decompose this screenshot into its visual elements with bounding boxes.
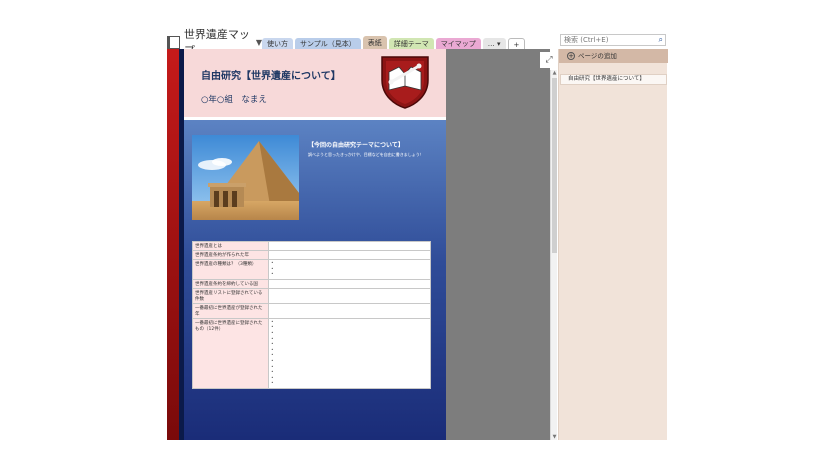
table-value-cell[interactable] xyxy=(268,278,431,289)
table-label-cell: 一番最初に世界遺産が登録された年 xyxy=(192,302,269,319)
table-value-cell[interactable]: • • • • • • • • • • • • xyxy=(268,317,431,389)
search-input[interactable]: 検索 (Ctrl+E) ⌕ xyxy=(560,34,666,46)
page-title[interactable]: 自由研究【世界遺産について】 xyxy=(201,67,341,82)
table-row: 世界遺産条約を締約している国 xyxy=(192,278,431,289)
page-list-item[interactable]: 自由研究【世界遺産について】 xyxy=(560,74,667,85)
table-value-cell[interactable] xyxy=(268,302,431,319)
section-tab[interactable]: 表紙 xyxy=(362,36,387,50)
onenote-window: 世界遺産マップ ▼ 使い方サンプル（見本）表紙詳細テーママイマップ… ▾+ 検索… xyxy=(0,0,834,470)
add-page-label: ページの追加 xyxy=(578,52,617,60)
table-row: 一番最初に世界遺産が登録された年 xyxy=(192,302,431,319)
bullet-list: • • • • • • • • • • • • xyxy=(271,319,274,387)
scroll-down-icon[interactable]: ▼ xyxy=(551,434,558,440)
table-label-cell: 世界遺産とは xyxy=(192,241,269,251)
research-table: 世界遺産とは 世界遺産条約が作られた年 世界遺産の種類は？（3種類） • • • 世界遺産条… xyxy=(192,241,431,389)
page-left-red-strip xyxy=(167,49,179,440)
theme-heading[interactable]: 【今回の自由研究テーマについて】 xyxy=(308,140,404,149)
crest-emblem-icon xyxy=(381,56,429,109)
header-separator xyxy=(184,117,446,120)
table-value-cell[interactable] xyxy=(268,241,431,251)
add-page-button[interactable]: + ページの追加 xyxy=(559,49,668,63)
page-canvas[interactable]: 自由研究【世界遺産について】 ○年○組 なまえ 【今回の自由研究テーマについて】… xyxy=(184,49,446,440)
scrollbar-thumb[interactable] xyxy=(552,78,557,253)
table-row: 世界遺産とは xyxy=(192,241,431,251)
table-label-cell: 世界遺産リストに登録されている件数 xyxy=(192,287,269,304)
theme-description[interactable]: 調べようと思ったきっかけや、目標などを自由に書きましょう！ xyxy=(308,152,424,158)
bullet-list: • • • xyxy=(271,261,274,278)
table-label-cell: 世界遺産の種類は？（3種類） xyxy=(192,259,269,280)
search-icon[interactable]: ⌕ xyxy=(659,35,663,45)
table-label-cell: 世界遺産条約が作られた年 xyxy=(192,250,269,260)
table-row: 一番最初に世界遺産に登録されたもの（12件） • • • • • • • • • • • • xyxy=(192,317,431,389)
canvas-gray-margin xyxy=(446,49,550,440)
table-row: 世界遺産条約が作られた年 xyxy=(192,250,431,260)
scroll-up-icon[interactable]: ▲ xyxy=(551,70,558,76)
table-label-cell: 世界遺産条約を締約している国 xyxy=(192,278,269,289)
table-value-cell[interactable]: • • • xyxy=(268,259,431,280)
pyramid-photo[interactable] xyxy=(192,135,299,220)
notebook-icon xyxy=(167,35,180,49)
search-placeholder: 検索 (Ctrl+E) xyxy=(564,36,609,44)
expand-icon[interactable]: ⤢ xyxy=(540,52,558,68)
plus-circle-icon: + xyxy=(567,52,575,60)
table-value-cell[interactable] xyxy=(268,287,431,304)
table-row: 世界遺産リストに登録されている件数 xyxy=(192,287,431,304)
table-value-cell[interactable] xyxy=(268,250,431,260)
table-row: 世界遺産の種類は？（3種類） • • • xyxy=(192,259,431,280)
page-subtitle[interactable]: ○年○組 なまえ xyxy=(201,93,267,105)
pages-panel: + ページの追加 自由研究【世界遺産について】 xyxy=(558,49,668,440)
vertical-scrollbar[interactable]: ▲ ▼ xyxy=(550,70,557,440)
table-label-cell: 一番最初に世界遺産に登録されたもの（12件） xyxy=(192,317,269,389)
